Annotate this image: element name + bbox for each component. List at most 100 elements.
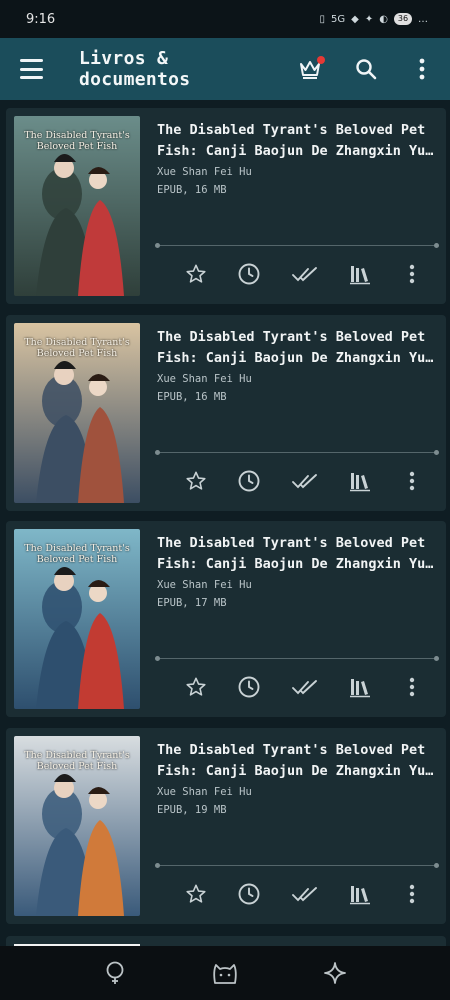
cat-icon (213, 964, 237, 984)
clock-icon (238, 470, 260, 492)
mark-finished-button[interactable] (289, 258, 321, 290)
history-button[interactable] (233, 465, 265, 497)
favorite-button[interactable] (180, 671, 212, 703)
book-options-button[interactable] (396, 258, 428, 290)
favorite-button[interactable] (180, 258, 212, 290)
book-options-button[interactable] (396, 465, 428, 497)
premium-button[interactable] (282, 38, 338, 100)
book-card[interactable]: The Disabled Tyrant's Beloved Pet Fish Th… (6, 108, 446, 304)
clock-icon (238, 883, 260, 905)
library-icon (350, 679, 370, 698)
cover-title-text: The Disabled Tyrant's Beloved Pet Fish (24, 543, 130, 565)
menu-icon[interactable] (20, 59, 44, 79)
book-title[interactable]: The Disabled Tyrant's Beloved Pet Fish: … (157, 327, 441, 369)
book-card[interactable]: The Disabled Tyrant's Beloved Pet Fish Th… (6, 728, 446, 924)
book-actions (182, 671, 446, 703)
sparkle-icon (324, 962, 346, 984)
page-title: Livros & documentos (79, 48, 191, 90)
cover-title-text: The Disabled Tyrant's Beloved Pet Fish (24, 130, 130, 152)
book-title[interactable]: The Disabled Tyrant's Beloved Pet Fish: … (157, 120, 441, 162)
library-icon (350, 473, 370, 492)
lightbulb-nav-button[interactable] (95, 953, 135, 993)
book-format-size: EPUB, 19 MB (157, 804, 227, 816)
mark-finished-button[interactable] (289, 465, 321, 497)
battery-icon: 36 (394, 13, 412, 25)
book-card[interactable]: The Disabled Tyrant's Beloved Pet Fish Th… (6, 315, 446, 511)
more-vert-icon (409, 677, 415, 697)
history-button[interactable] (233, 878, 265, 910)
sparkle-nav-button[interactable] (315, 953, 355, 993)
book-cover[interactable]: The Disabled Tyrant's Beloved Pet Fish (14, 529, 140, 709)
book-title[interactable]: The Disabled Tyrant's Beloved Pet Fish: … (157, 740, 441, 782)
double-check-icon (292, 474, 317, 489)
book-cover[interactable]: The Disabled Tyrant's Beloved Pet Fish (14, 736, 140, 916)
phone-icon: ▯ (319, 13, 326, 25)
search-icon (356, 59, 377, 80)
double-check-icon (292, 887, 317, 902)
history-button[interactable] (233, 671, 265, 703)
add-to-collection-button[interactable] (344, 878, 376, 910)
status-icons: ▯ 5G ◆ ✦ ◐ 36 … (320, 13, 428, 25)
book-author: Xue Shan Fei Hu (157, 373, 252, 385)
star-icon (186, 471, 206, 490)
status-time: 9:16 (26, 11, 56, 27)
book-format-size: EPUB, 16 MB (157, 184, 227, 196)
add-to-collection-button[interactable] (344, 465, 376, 497)
book-list[interactable]: The Disabled Tyrant's Beloved Pet Fish Th… (0, 100, 450, 946)
book-actions (182, 465, 446, 497)
star-icon (186, 264, 206, 283)
more-status-icon: … (418, 13, 428, 25)
more-vert-icon (409, 264, 415, 284)
reading-progress-bar (155, 863, 439, 868)
search-button[interactable] (338, 38, 394, 100)
book-author: Xue Shan Fei Hu (157, 579, 252, 591)
add-to-collection-button[interactable] (344, 671, 376, 703)
app-bar: Livros & documentos (0, 38, 450, 100)
status-bar: 9:16 ▯ 5G ◆ ✦ ◐ 36 … (0, 0, 450, 38)
overflow-menu-button[interactable] (394, 38, 450, 100)
app-bar-actions (282, 38, 450, 100)
book-author: Xue Shan Fei Hu (157, 786, 252, 798)
notification-dot (317, 56, 325, 64)
lightbulb-icon (106, 961, 124, 984)
signal-icon: ◆ (351, 13, 359, 25)
book-title[interactable]: The Disabled Tyrant's Beloved Pet Fish: … (157, 533, 441, 575)
cover-title-text: The Disabled Tyrant's Beloved Pet Fish (24, 750, 130, 772)
star-icon (186, 677, 206, 696)
reading-progress-bar (155, 450, 439, 455)
mark-finished-button[interactable] (289, 671, 321, 703)
add-to-collection-button[interactable] (344, 258, 376, 290)
star-icon (186, 884, 206, 903)
favorite-button[interactable] (180, 878, 212, 910)
moon-icon: ◐ (379, 13, 388, 25)
more-vert-icon (409, 471, 415, 491)
book-options-button[interactable] (396, 671, 428, 703)
book-card-partial[interactable] (6, 936, 446, 946)
library-icon (350, 886, 370, 905)
more-vert-icon (409, 884, 415, 904)
network-type: 5G (331, 13, 346, 25)
system-nav-bar (0, 946, 450, 1000)
book-cover[interactable]: The Disabled Tyrant's Beloved Pet Fish (14, 116, 140, 296)
reading-progress-bar (155, 656, 439, 661)
book-actions (182, 258, 446, 290)
book-format-size: EPUB, 17 MB (157, 597, 227, 609)
book-format-size: EPUB, 16 MB (157, 391, 227, 403)
cat-nav-button[interactable] (205, 953, 245, 993)
book-options-button[interactable] (396, 878, 428, 910)
history-button[interactable] (233, 258, 265, 290)
clock-icon (238, 263, 260, 285)
reading-progress-bar (155, 243, 439, 248)
clock-icon (238, 676, 260, 698)
mark-finished-button[interactable] (289, 878, 321, 910)
more-vert-icon (419, 58, 425, 80)
book-cover[interactable]: The Disabled Tyrant's Beloved Pet Fish (14, 323, 140, 503)
library-icon (350, 266, 370, 285)
book-actions (182, 878, 446, 910)
book-author: Xue Shan Fei Hu (157, 166, 252, 178)
book-card[interactable]: The Disabled Tyrant's Beloved Pet Fish Th… (6, 521, 446, 717)
double-check-icon (292, 680, 317, 695)
sparkle-status-icon: ✦ (364, 13, 374, 25)
favorite-button[interactable] (180, 465, 212, 497)
double-check-icon (292, 267, 317, 282)
